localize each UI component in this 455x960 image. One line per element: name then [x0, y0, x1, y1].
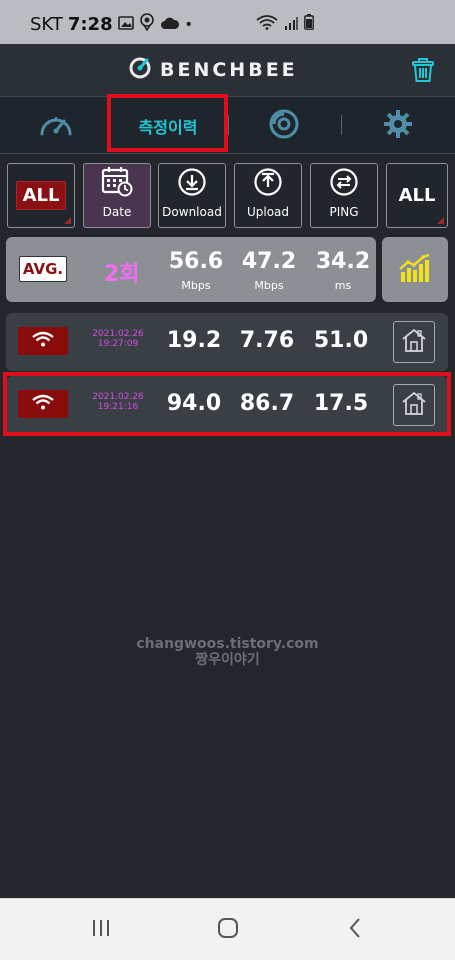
wifi-icon [32, 331, 54, 351]
filter-all-network-label: ALL [15, 181, 67, 210]
app-bar: BENCHBEE [0, 44, 455, 96]
disc-icon [268, 108, 300, 144]
recent-apps-icon [90, 918, 112, 942]
signal-icon [284, 15, 298, 34]
sort-date-button[interactable]: Date [83, 163, 151, 228]
system-nav-bar [0, 898, 455, 960]
sort-upload-label: Upload [246, 205, 290, 219]
wifi-status-icon [256, 14, 278, 34]
result-upload: 7.76 [239, 328, 295, 353]
result-row[interactable]: 2021.02.26 19:27:09 19.2 7.76 51.0 [6, 313, 448, 371]
back-icon [347, 917, 363, 943]
average-badge: AVG. [19, 256, 67, 282]
status-bar: SKT 7:28 • [0, 0, 455, 44]
sort-ping-label: PING [329, 205, 359, 219]
cloud-icon [160, 14, 180, 35]
home-button[interactable] [393, 321, 435, 363]
result-ping: 51.0 [313, 328, 369, 353]
app-logo: BENCHBEE [128, 56, 298, 84]
filter-all-type-button[interactable]: ALL [386, 163, 448, 228]
location-icon [139, 13, 155, 36]
home-nav-icon [216, 916, 240, 944]
average-ping-value: 34.2 [315, 249, 371, 274]
gallery-icon [117, 14, 134, 35]
result-date: 2021.02.26 [92, 329, 144, 339]
average-count: 2회 [104, 262, 140, 287]
filter-all-network-button[interactable]: ALL [7, 163, 75, 228]
status-right [256, 14, 314, 34]
wifi-badge [18, 327, 68, 355]
highlight-box-row [3, 372, 451, 436]
average-upload-value: 47.2 [241, 249, 297, 274]
watermark-url: changwoos.tistory.com [136, 636, 319, 652]
average-upload-unit: Mbps [254, 279, 284, 292]
battery-icon [304, 14, 314, 34]
back-button[interactable] [342, 917, 368, 943]
corner-mark [64, 217, 71, 224]
tab-disc[interactable] [248, 97, 320, 155]
home-nav-button[interactable] [214, 917, 242, 943]
result-datetime: 2021.02.26 19:27:09 [88, 329, 148, 349]
calendar-icon [101, 165, 133, 201]
notification-dot: • [184, 16, 193, 33]
graph-icon [397, 252, 433, 288]
speedometer-icon [38, 110, 74, 142]
sort-upload-button[interactable]: Upload [234, 163, 302, 228]
swap-icon [329, 167, 359, 201]
download-icon [177, 167, 207, 201]
average-summary-card: AVG. 2회 56.6 Mbps 47.2 Mbps 34.2 ms [6, 237, 376, 302]
sort-date-label: Date [102, 205, 132, 219]
highlight-box-tab [107, 94, 228, 152]
tab-divider [341, 115, 342, 135]
filter-all-type-label: ALL [398, 185, 436, 206]
sort-download-button[interactable]: Download [158, 163, 226, 228]
result-download: 19.2 [166, 328, 222, 353]
sort-download-label: Download [162, 205, 222, 219]
home-icon [400, 327, 428, 357]
recent-apps-button[interactable] [88, 917, 114, 943]
trash-icon[interactable] [410, 57, 436, 87]
tab-divider [228, 115, 229, 135]
average-download-value: 56.6 [168, 249, 224, 274]
corner-mark [437, 217, 444, 224]
gear-icon [383, 109, 413, 143]
sort-ping-button[interactable]: PING [310, 163, 378, 228]
graph-button[interactable] [382, 237, 448, 302]
tab-speedtest[interactable] [20, 97, 92, 155]
tab-settings[interactable] [362, 97, 434, 155]
result-time: 19:27:09 [97, 339, 139, 349]
carrier: SKT [30, 14, 63, 35]
upload-icon [253, 167, 283, 201]
average-download-unit: Mbps [181, 279, 211, 292]
clock: 7:28 [67, 14, 113, 35]
benchbee-logo-icon [128, 56, 152, 84]
status-left: SKT 7:28 • [30, 13, 193, 36]
app-title: BENCHBEE [160, 59, 298, 81]
watermark-blog-name: 짱우이야기 [195, 652, 260, 668]
watermark: changwoos.tistory.com 짱우이야기 [0, 636, 455, 668]
average-ping-unit: ms [334, 279, 352, 292]
